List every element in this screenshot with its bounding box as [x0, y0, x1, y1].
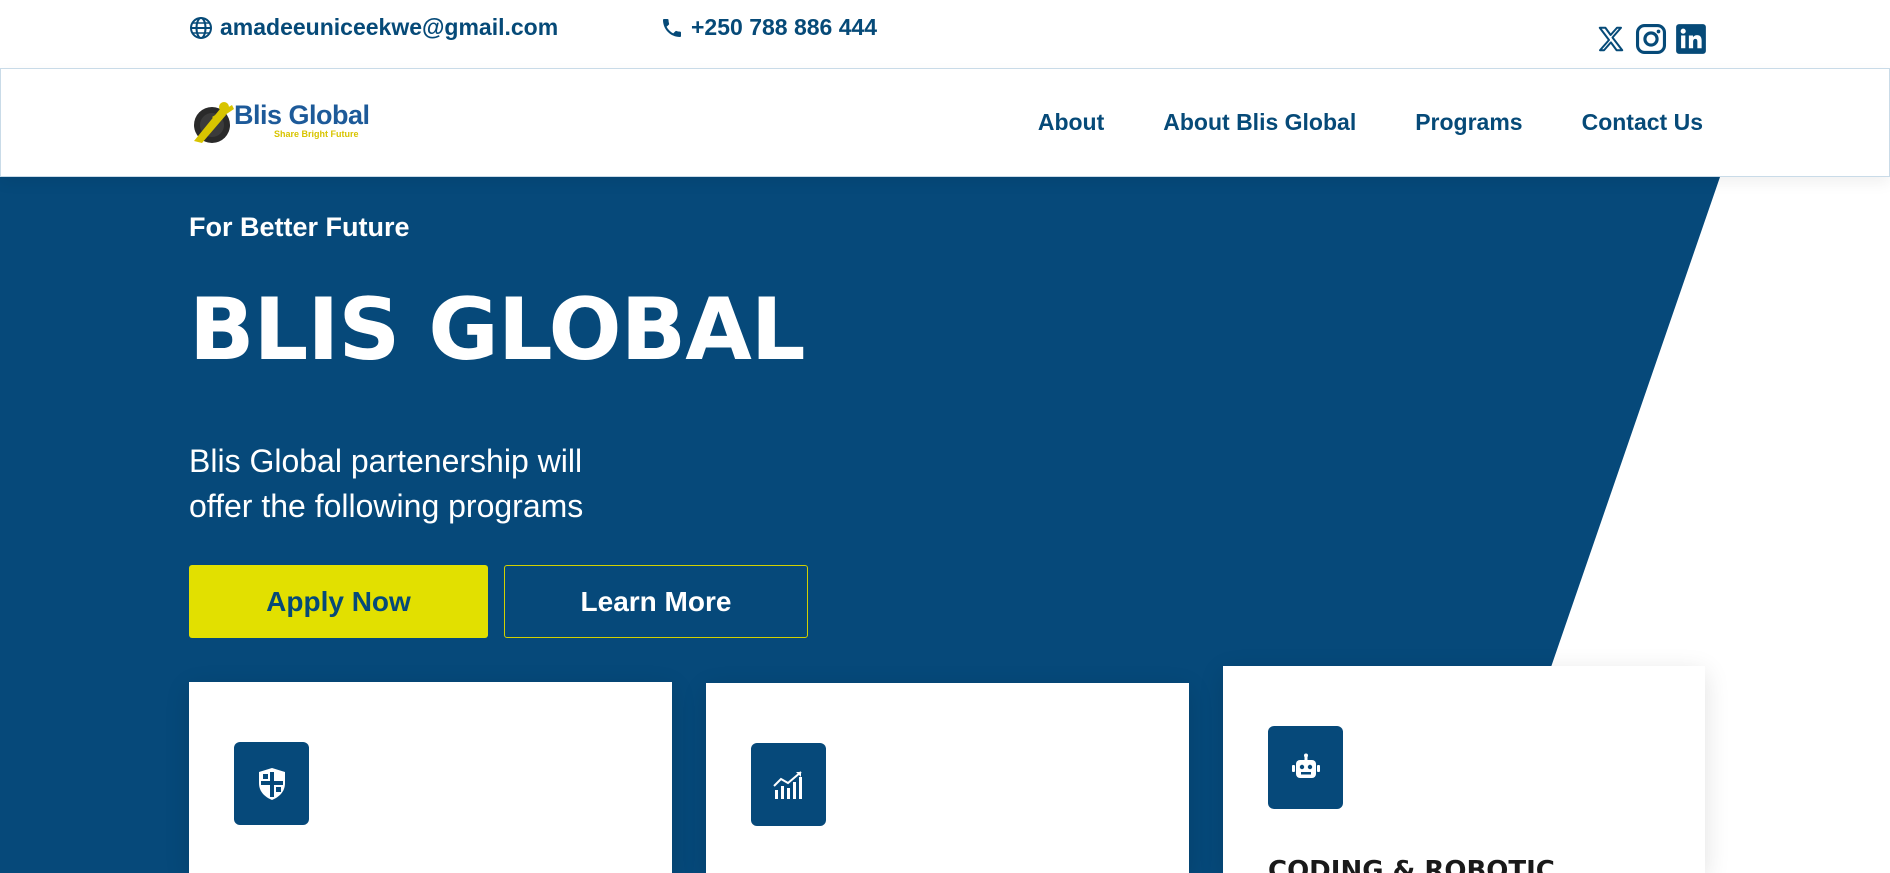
apply-now-button[interactable]: Apply Now — [189, 565, 488, 638]
logo-mark-icon — [190, 95, 240, 147]
shield-icon — [234, 742, 309, 825]
x-icon[interactable] — [1594, 22, 1628, 56]
hero-subtitle: Blis Global partenership will offer the … — [189, 443, 584, 524]
program-card[interactable] — [189, 682, 672, 873]
main-navbar: Blis Global Share Bright Future About Ab… — [0, 68, 1890, 177]
phone-contact[interactable]: +250 788 886 444 — [660, 14, 877, 41]
globe-icon — [190, 16, 212, 39]
program-card-coding-robotic[interactable]: CODING & ROBOTIC — [1223, 666, 1705, 873]
robot-icon — [1268, 726, 1343, 809]
nav-item-about[interactable]: About — [1038, 109, 1104, 136]
brand-logo[interactable]: Blis Global Share Bright Future — [190, 95, 370, 147]
program-card[interactable] — [706, 683, 1189, 873]
social-links — [1594, 22, 1708, 56]
nav-item-programs[interactable]: Programs — [1415, 109, 1522, 136]
instagram-icon[interactable] — [1634, 22, 1668, 56]
phone-icon — [663, 18, 681, 37]
nav-item-about-blis-global[interactable]: About Blis Global — [1163, 109, 1356, 136]
linkedin-icon[interactable] — [1674, 22, 1708, 56]
logo-name: Blis Global — [234, 99, 370, 130]
phone-text: +250 788 886 444 — [691, 14, 878, 40]
nav-item-contact-us[interactable]: Contact Us — [1582, 109, 1703, 136]
chart-growth-icon — [751, 743, 826, 826]
logo-tagline: Share Bright Future — [274, 128, 359, 139]
hero-section: For Better Future BLIS GLOBAL Blis Globa… — [0, 177, 1890, 873]
hero-title: BLIS GLOBAL — [189, 280, 806, 380]
email-contact[interactable]: amadeeuniceekwe@gmail.com — [189, 14, 558, 41]
nav-menu: About About Blis Global Programs Contact… — [1038, 109, 1703, 136]
hero-eyebrow: For Better Future — [189, 212, 410, 242]
email-text: amadeeuniceekwe@gmail.com — [220, 14, 559, 40]
program-card-title: CODING & ROBOTIC — [1268, 856, 1555, 873]
top-contact-bar: amadeeuniceekwe@gmail.com +250 788 886 4… — [0, 0, 1890, 68]
learn-more-button[interactable]: Learn More — [504, 565, 808, 638]
